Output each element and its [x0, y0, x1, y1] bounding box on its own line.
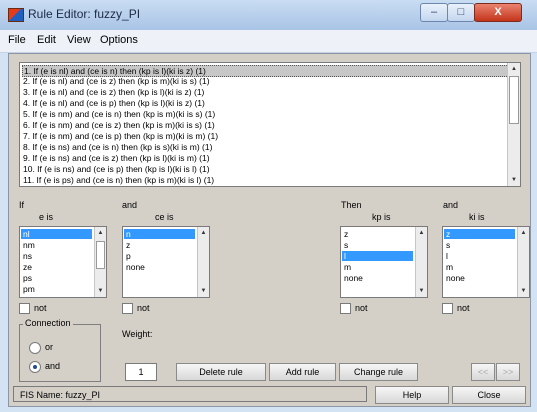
list-item[interactable]: none — [342, 273, 413, 283]
list-item[interactable]: ze — [21, 262, 92, 272]
kp-listbox[interactable]: z s l m none ▲ ▼ — [340, 226, 428, 298]
rule-item[interactable]: 3. If (e is nl) and (ce is z) then (kp i… — [22, 87, 509, 97]
change-rule-button[interactable]: Change rule — [339, 363, 418, 381]
list-item[interactable]: m — [342, 262, 413, 272]
list-item[interactable]: p — [124, 251, 195, 261]
title-bar: Rule Editor: fuzzy_PI – □ X — [0, 0, 537, 31]
and-label: and — [443, 200, 459, 210]
list-item[interactable]: nm — [21, 240, 92, 250]
and-label: and — [122, 200, 138, 210]
maximize-button[interactable]: □ — [447, 3, 475, 22]
list-item[interactable]: z — [342, 229, 413, 239]
rules-scrollbar[interactable]: ▲ ▼ — [507, 63, 520, 186]
list-item[interactable]: s — [444, 240, 515, 250]
ce-label: ce is — [155, 212, 174, 222]
if-label: If — [19, 200, 25, 210]
ki-listbox[interactable]: z s l m none ▲ ▼ — [442, 226, 530, 298]
not-label: not — [457, 303, 470, 313]
ce-listbox[interactable]: n z p none ▲ ▼ — [122, 226, 210, 298]
scroll-down-icon[interactable]: ▼ — [518, 285, 529, 297]
list-item[interactable]: none — [444, 273, 515, 283]
ki-label: ki is — [469, 212, 485, 222]
kp-scrollbar[interactable]: ▲ ▼ — [415, 227, 427, 297]
scroll-thumb[interactable] — [96, 241, 105, 269]
menu-view[interactable]: View — [67, 34, 91, 46]
menu-file[interactable]: File — [8, 34, 26, 46]
e-label: e is — [39, 212, 54, 222]
rule-item[interactable]: 11. If (e is ps) and (ce is n) then (kp … — [22, 175, 509, 185]
not-label: not — [355, 303, 368, 313]
list-item[interactable]: ns — [21, 251, 92, 261]
add-rule-button[interactable]: Add rule — [269, 363, 336, 381]
list-item[interactable]: n — [124, 229, 195, 239]
scroll-up-icon[interactable]: ▲ — [198, 227, 209, 239]
list-item[interactable]: pm — [21, 284, 92, 294]
scroll-up-icon[interactable]: ▲ — [95, 227, 106, 239]
list-item[interactable]: nl — [21, 229, 92, 239]
weight-label: Weight: — [122, 329, 153, 339]
rule-item[interactable]: 2. If (e is nl) and (ce is z) then (kp i… — [22, 76, 509, 86]
rule-item[interactable]: 5. If (e is nm) and (ce is n) then (kp i… — [22, 109, 509, 119]
e-not-checkbox[interactable] — [19, 303, 30, 314]
list-item[interactable]: l — [444, 251, 515, 261]
help-button[interactable]: Help — [375, 386, 449, 404]
rule-item[interactable]: 8. If (e is ns) and (ce is n) then (kp i… — [22, 142, 509, 152]
or-radio[interactable] — [29, 342, 41, 354]
rule-item[interactable]: 4. If (e is nl) and (ce is p) then (kp i… — [22, 98, 509, 108]
scroll-down-icon[interactable]: ▼ — [508, 174, 520, 186]
next-button[interactable]: >> — [496, 363, 520, 381]
then-label: Then — [341, 200, 362, 210]
list-item[interactable]: z — [444, 229, 515, 239]
scroll-down-icon[interactable]: ▼ — [198, 285, 209, 297]
ce-not-checkbox[interactable] — [122, 303, 133, 314]
rule-item[interactable]: 9. If (e is ns) and (ce is z) then (kp i… — [22, 153, 509, 163]
and-radio[interactable] — [29, 361, 41, 373]
ki-not-checkbox[interactable] — [442, 303, 453, 314]
prev-button[interactable]: << — [471, 363, 495, 381]
scroll-down-icon[interactable]: ▼ — [416, 285, 427, 297]
list-item[interactable]: ps — [21, 273, 92, 283]
or-label: or — [45, 342, 54, 352]
scroll-down-icon[interactable]: ▼ — [95, 285, 106, 297]
menu-bar: File Edit View Options — [0, 30, 537, 53]
list-item[interactable]: none — [124, 262, 195, 272]
scroll-up-icon[interactable]: ▲ — [508, 63, 520, 75]
matlab-icon — [8, 8, 24, 22]
menu-edit[interactable]: Edit — [37, 34, 56, 46]
weight-input[interactable]: 1 — [125, 363, 157, 381]
rule-editor-panel: 1. If (e is nl) and (ce is n) then (kp i… — [8, 53, 531, 407]
list-item[interactable]: m — [444, 262, 515, 272]
scroll-up-icon[interactable]: ▲ — [518, 227, 529, 239]
list-item[interactable]: l — [342, 251, 413, 261]
e-scrollbar[interactable]: ▲ ▼ — [94, 227, 106, 297]
radio-selected-dot — [33, 365, 37, 369]
rules-list[interactable]: 1. If (e is nl) and (ce is n) then (kp i… — [19, 62, 521, 187]
minimize-button[interactable]: – — [420, 3, 448, 22]
ce-scrollbar[interactable]: ▲ ▼ — [197, 227, 209, 297]
connection-title: Connection — [23, 318, 73, 328]
kp-not-checkbox[interactable] — [340, 303, 351, 314]
menu-options[interactable]: Options — [100, 34, 138, 46]
list-item[interactable]: z — [124, 240, 195, 250]
rule-item[interactable]: 10. If (e is ns) and (ce is p) then (kp … — [22, 164, 509, 174]
list-item[interactable]: s — [342, 240, 413, 250]
rule-item[interactable]: 7. If (e is nm) and (ce is p) then (kp i… — [22, 131, 509, 141]
rule-item[interactable]: 6. If (e is nm) and (ce is z) then (kp i… — [22, 120, 509, 130]
scroll-up-icon[interactable]: ▲ — [416, 227, 427, 239]
window-title: Rule Editor: fuzzy_PI — [28, 7, 141, 21]
status-bar: FIS Name: fuzzy_PI — [13, 386, 367, 402]
scroll-thumb[interactable] — [509, 76, 519, 124]
ki-scrollbar[interactable]: ▲ ▼ — [517, 227, 529, 297]
kp-label: kp is — [372, 212, 391, 222]
and-radio-label: and — [45, 361, 61, 371]
not-label: not — [137, 303, 150, 313]
e-listbox[interactable]: nl nm ns ze ps pm ▲ ▼ — [19, 226, 107, 298]
close-window-button[interactable]: X — [474, 3, 522, 22]
close-button[interactable]: Close — [452, 386, 526, 404]
not-label: not — [34, 303, 47, 313]
delete-rule-button[interactable]: Delete rule — [176, 363, 266, 381]
